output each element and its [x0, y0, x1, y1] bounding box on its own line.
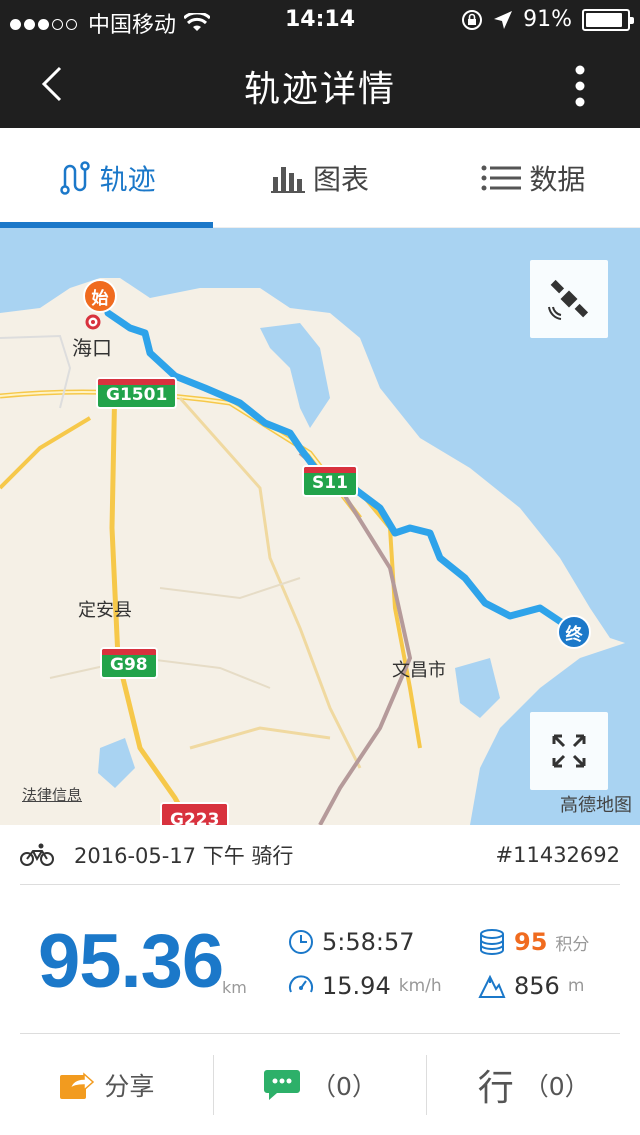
battery-percent: 91%: [523, 7, 572, 32]
ride-date: 2016-05-17 下午 骑行: [74, 843, 294, 868]
tab-track-label: 轨迹: [99, 162, 156, 196]
elevation-value: 856: [514, 972, 560, 1000]
tab-data[interactable]: 数据: [427, 128, 640, 227]
elevation-unit: m: [567, 976, 585, 996]
road-shield-s11: S11: [302, 465, 358, 497]
points-stat: 95 积分: [478, 928, 589, 956]
satellite-icon: [548, 279, 589, 320]
tab-data-label: 数据: [529, 162, 586, 196]
tab-bar: 轨迹 图表 数据: [0, 128, 640, 228]
clock-icon: [289, 930, 313, 954]
legal-info-link[interactable]: 法律信息: [22, 784, 82, 805]
expand-icon: [552, 734, 586, 768]
track-icon: [59, 160, 90, 195]
rotation-lock-icon: [462, 9, 483, 30]
share-label: 分享: [104, 1072, 155, 1101]
page-title: 轨迹详情: [243, 69, 396, 110]
xing-glyph: 行: [477, 1068, 514, 1109]
map-label-haikou: 海口: [72, 336, 112, 360]
duration-stat: 5:58:57: [288, 928, 415, 956]
bar-chart-icon: [270, 166, 305, 193]
satellite-toggle-button[interactable]: [530, 260, 608, 338]
ride-info-row: 2016-05-17 下午 骑行 #11432692: [20, 825, 620, 885]
road-shield-g1501: G1501: [96, 377, 178, 409]
fullscreen-button[interactable]: [530, 712, 608, 790]
bicycle-icon: [20, 843, 54, 866]
comment-count: （0）: [311, 1072, 377, 1101]
tab-track[interactable]: 轨迹: [0, 128, 214, 228]
speed-value: 15.94: [322, 972, 391, 1000]
speed-unit: km/h: [398, 976, 442, 996]
action-bar: 分享 （0） 行 （0）: [0, 1035, 640, 1135]
share-button[interactable]: 分享: [0, 1055, 213, 1115]
points-value: 95: [514, 928, 548, 956]
ride-id: #11432692: [495, 842, 620, 867]
start-marker[interactable]: 始: [83, 279, 117, 313]
distance-unit: km: [222, 978, 247, 997]
location-arrow-icon: [494, 10, 513, 29]
map-label-wenchang: 文昌市: [392, 660, 446, 681]
map-label-dingan: 定安县: [78, 600, 132, 621]
comment-icon: [264, 1070, 301, 1100]
tab-chart-label: 图表: [312, 162, 369, 196]
mountain-icon: [478, 974, 506, 998]
end-marker[interactable]: 终: [557, 615, 591, 649]
coins-icon: [480, 929, 504, 955]
speed-stat: 15.94 km/h: [288, 972, 442, 1000]
ride-stats: 95.36 km 5:58:57 15.94 km/h 95 积分 856 m: [20, 886, 620, 1034]
distance-value: 95.36: [38, 919, 224, 1004]
battery-icon: [582, 8, 634, 31]
road-shield-g223: G223: [160, 802, 230, 825]
xing-count: （0）: [523, 1072, 590, 1101]
comment-button[interactable]: （0）: [212, 1055, 427, 1115]
status-bar: 中国移动 14:14 91%: [0, 0, 640, 40]
share-icon: [60, 1072, 95, 1099]
tab-chart[interactable]: 图表: [213, 128, 426, 227]
route-map[interactable]: 始 终 海口 定安县 文昌市 G1501 S11 G98 G223 法律信息 高…: [0, 228, 640, 825]
points-label: 积分: [555, 934, 590, 955]
road-shield-g98: G98: [100, 647, 158, 679]
nav-bar: 轨迹详情: [0, 40, 640, 128]
speedometer-icon: [289, 975, 313, 993]
xing-button[interactable]: 行 （0）: [426, 1055, 640, 1115]
status-right: 91%: [461, 7, 634, 32]
more-icon[interactable]: [560, 62, 600, 110]
list-icon: [481, 165, 522, 190]
duration-value: 5:58:57: [322, 928, 415, 956]
map-brand: 高德地图: [560, 795, 632, 816]
elevation-stat: 856 m: [478, 972, 584, 1000]
